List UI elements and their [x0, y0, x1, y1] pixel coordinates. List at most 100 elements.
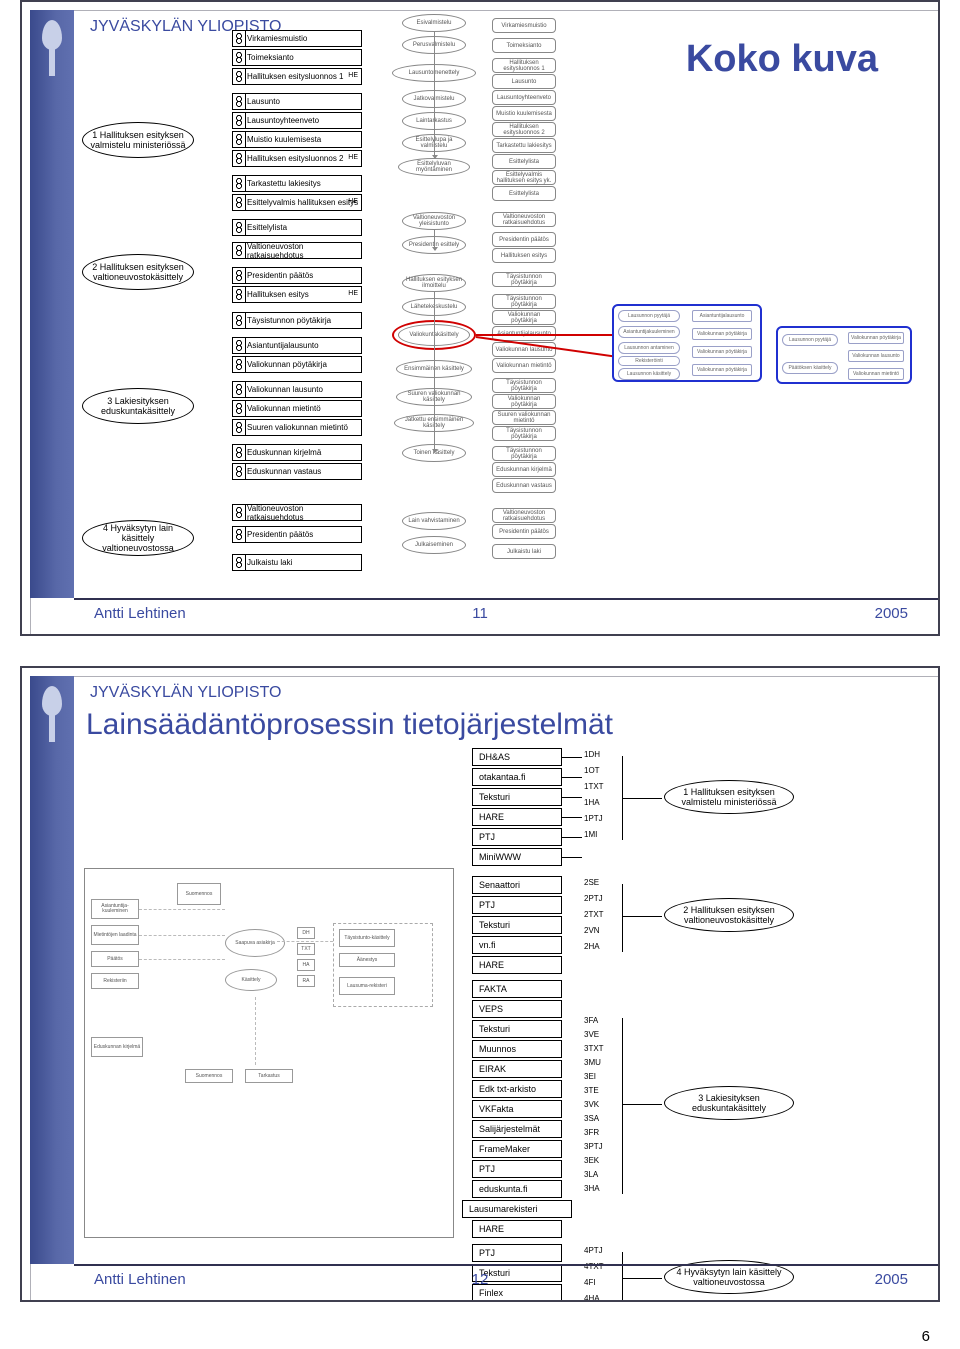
- flow-output: Hallituksen esitysluonnos 1: [492, 58, 556, 73]
- doc-item: Muistio kuulemisesta: [232, 131, 362, 148]
- process-diagram: 1 Hallituksen esityksen valmistelu minis…: [82, 14, 932, 594]
- he-tag: HE: [348, 72, 358, 79]
- system-id: 4HA: [584, 1294, 600, 1302]
- system-box: EIRAK: [472, 1060, 562, 1078]
- flow-output: Toimeksianto: [492, 38, 556, 53]
- doc-item: Esittelyvalmis hallituksen esitysHE: [232, 194, 362, 211]
- system-box: Teksturi: [472, 788, 562, 806]
- system-id: 2TXT: [584, 910, 604, 919]
- system-id: 3PTJ: [584, 1142, 603, 1151]
- flow-node: Valtioneuvoston yleisistunto: [402, 212, 466, 230]
- system-id: 3LA: [584, 1170, 598, 1179]
- system-id: 2PTJ: [584, 894, 603, 903]
- flow-node: Lain vahvistaminen: [402, 512, 466, 530]
- system-box: vn.fi: [472, 936, 562, 954]
- system-id: 2SE: [584, 878, 599, 887]
- doc-item: Valiokunnan lausunto: [232, 381, 362, 398]
- flow-output: Eduskunnan vastaus: [492, 478, 556, 493]
- flow-output: Täysistunnon pöytäkirja: [492, 446, 556, 461]
- footer-author: Antti Lehtinen: [94, 1271, 186, 1288]
- systems-diagram: DH&AS otakantaa.fi Teksturi HARE PTJ Min…: [472, 748, 892, 1268]
- he-tag: HE: [348, 154, 358, 161]
- system-id: 3SA: [584, 1114, 599, 1123]
- system-box: eduskunta.fi: [472, 1180, 562, 1198]
- flow-node: Esivalmistelu: [402, 14, 466, 32]
- doc-item: Täysistunnon pöytäkirja: [232, 312, 362, 329]
- flow-output: Esittelylista: [492, 186, 556, 201]
- system-box: PTJ: [472, 1160, 562, 1178]
- he-tag: HE: [348, 290, 358, 297]
- detail-group-a: Lausunnon pyytäjä Asiantuntijakuuleminen…: [612, 304, 762, 382]
- system-id: 1DH: [584, 750, 600, 759]
- doc-item: Valtioneuvoston ratkaisuehdotus: [232, 242, 362, 259]
- system-box: DH&AS: [472, 748, 562, 766]
- system-box: PTJ: [472, 1244, 562, 1262]
- page-number: 6: [922, 1328, 930, 1345]
- flow-arrow: [434, 292, 435, 452]
- footer-author: Antti Lehtinen: [94, 605, 186, 622]
- flow-output: Valtioneuvoston ratkaisuehdotus: [492, 212, 556, 227]
- system-id: 3EK: [584, 1156, 599, 1165]
- footer-year: 2005: [875, 605, 908, 622]
- doc-item: Suuren valiokunnan mietintö: [232, 419, 362, 436]
- system-box: Salijärjestelmät: [472, 1120, 562, 1138]
- system-box: Teksturi: [472, 916, 562, 934]
- flow-output: Täysistunnon pöytäkirja: [492, 378, 556, 393]
- system-box: VKFakta: [472, 1100, 562, 1118]
- he-tag: HE: [348, 198, 358, 205]
- system-id: 3VK: [584, 1100, 599, 1109]
- system-id: 4FI: [584, 1278, 596, 1287]
- highlight-line: [476, 334, 612, 336]
- phase-2: 2 Hallituksen esityksen valtioneuvostokä…: [82, 254, 194, 290]
- flow-output: Virkamiesmuistio: [492, 18, 556, 33]
- system-id: 3HA: [584, 1184, 600, 1193]
- system-id: 3FR: [584, 1128, 599, 1137]
- footer-slide-number: 11: [472, 605, 488, 622]
- footer-rule: [74, 598, 938, 600]
- doc-item: Presidentin päätös: [232, 267, 362, 284]
- phase-4: 4 Hyväksytyn lain käsittely valtioneuvos…: [82, 520, 194, 556]
- left-brand-stripe: [30, 676, 74, 1264]
- doc-item: Hallituksen esitysluonnos 1HE: [232, 68, 362, 85]
- system-id: 3FA: [584, 1016, 598, 1025]
- system-id: 1PTJ: [584, 814, 603, 823]
- flow-output: Muistio kuulemisesta: [492, 106, 556, 121]
- system-id: 3TE: [584, 1086, 599, 1095]
- system-box: HARE: [472, 1220, 562, 1238]
- flow-output: Hallituksen esitys: [492, 248, 556, 263]
- flow-output: Tarkastettu lakiesitys: [492, 138, 556, 153]
- doc-item: Toimeksianto: [232, 49, 362, 66]
- system-id: 1MI: [584, 830, 597, 839]
- system-box: MiniWWW: [472, 848, 562, 866]
- flow-output: Lausuntoyhteenveto: [492, 90, 556, 105]
- doc-item: Valtioneuvoston ratkaisuehdotus: [232, 504, 362, 521]
- system-id: 3VE: [584, 1030, 599, 1039]
- doc-item: Valiokunnan mietintö: [232, 400, 362, 417]
- doc-item: Hallituksen esitysHE: [232, 286, 362, 303]
- system-box: Senaattori: [472, 876, 562, 894]
- torch-icon: [38, 20, 66, 80]
- system-box: Teksturi: [472, 1020, 562, 1038]
- system-box: Edk txt-arkisto: [472, 1080, 562, 1098]
- flow-output: Presidentin päätös: [492, 232, 556, 247]
- system-id: 3MU: [584, 1058, 601, 1067]
- phase-oval: 3 Lakiesityksen eduskuntakäsittely: [664, 1086, 794, 1120]
- system-box: HARE: [472, 808, 562, 826]
- phase-oval: 2 Hallituksen esityksen valtioneuvostokä…: [664, 898, 794, 932]
- flow-output: Hallituksen esitysluonnos 2: [492, 122, 556, 137]
- phase-1: 1 Hallituksen esityksen valmistelu minis…: [82, 122, 194, 158]
- system-box: FAKTA: [472, 980, 562, 998]
- doc-item: Valiokunnan pöytäkirja: [232, 356, 362, 373]
- flow-node: Julkaiseminen: [402, 536, 466, 554]
- left-subdiagram: Asiantuntija-kuuleminen Mietintöjen laad…: [84, 868, 454, 1238]
- flow-output: Valiokunnan mietintö: [492, 358, 556, 373]
- flow-output: Valtioneuvoston ratkaisuehdotus: [492, 508, 556, 523]
- flow-arrow: [434, 230, 435, 250]
- system-id: 3EI: [584, 1072, 596, 1081]
- doc-item: Asiantuntijalausunto: [232, 337, 362, 354]
- footer-year: 2005: [875, 1271, 908, 1288]
- system-id: 1OT: [584, 766, 600, 775]
- flow-node: Esittelyluvan myöntäminen: [398, 158, 470, 176]
- system-box: Lausumarekisteri: [462, 1200, 572, 1218]
- doc-item: Lausuntoyhteenveto: [232, 112, 362, 129]
